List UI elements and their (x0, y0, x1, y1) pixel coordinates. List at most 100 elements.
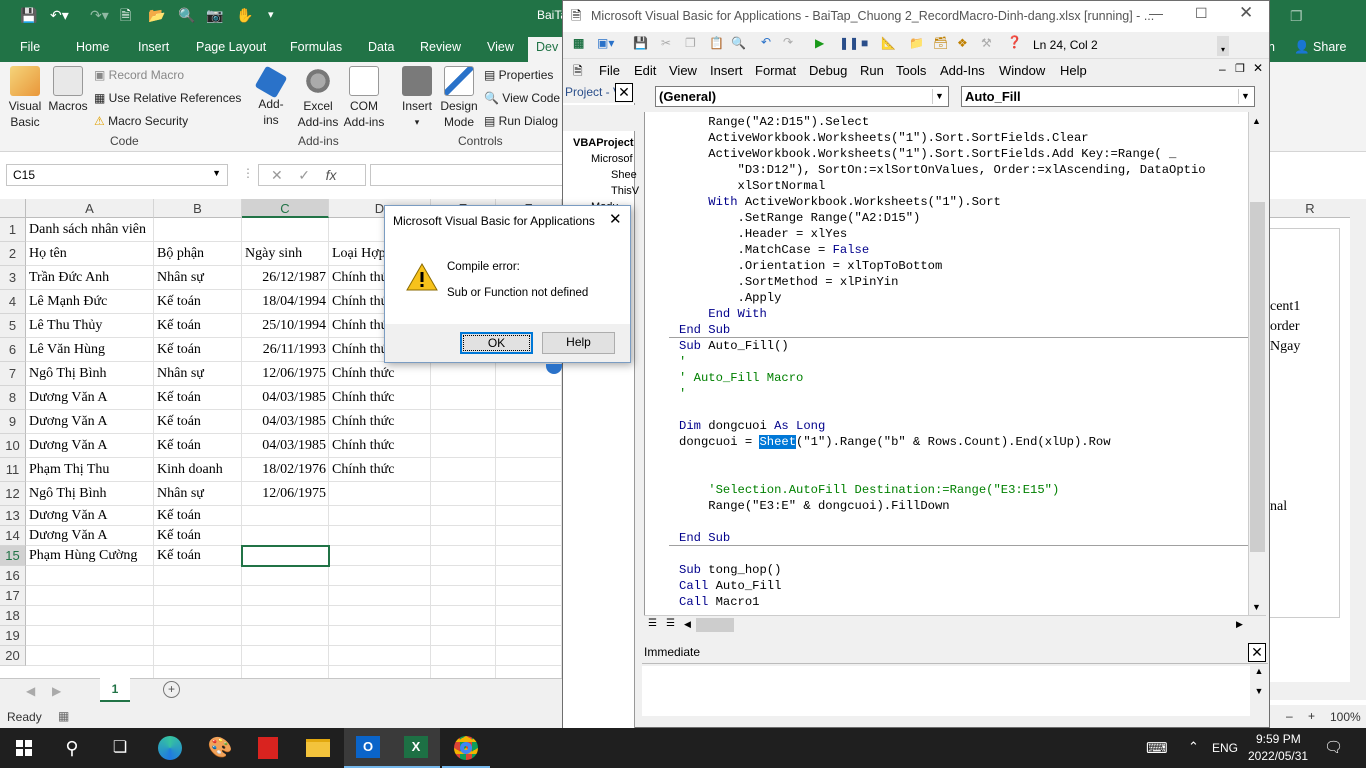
language-indicator[interactable]: ENG (1212, 741, 1238, 755)
excel-addins-button[interactable]: Excel Add-ins (296, 66, 340, 130)
h-scroll-thumb[interactable] (696, 618, 734, 632)
code-line[interactable]: .MatchCase = False (679, 242, 870, 258)
cell-d9[interactable]: Chính thức (329, 410, 469, 434)
cell-a3[interactable]: Trần Đức Anh (26, 266, 166, 290)
design-mode-vba-icon[interactable]: 📐 (881, 36, 896, 50)
touch-mode-icon[interactable]: ✋ (236, 5, 253, 25)
cell-a13[interactable]: Dương Văn A (26, 506, 166, 526)
addins-button[interactable]: Add- ins (254, 65, 288, 128)
row-header[interactable]: 2 (0, 242, 26, 266)
menu-file[interactable]: File (599, 62, 620, 80)
column-header-a[interactable]: A (26, 199, 154, 218)
row-header[interactable]: 10 (0, 434, 26, 458)
menu-edit[interactable]: Edit (634, 62, 656, 80)
cell-a8[interactable]: Dương Văn A (26, 386, 166, 410)
tree-sheet[interactable]: Shee (611, 169, 637, 181)
menu-window[interactable]: Window (999, 62, 1045, 80)
object-browser-icon[interactable]: ❖ (957, 36, 968, 50)
record-macro-button[interactable]: ▣ Record Macro (94, 66, 184, 84)
keyboard-icon[interactable]: ⌨ (1146, 739, 1168, 757)
column-header-b[interactable]: B (154, 199, 242, 218)
copy-icon[interactable]: ❐ (685, 36, 696, 50)
cell-c8[interactable]: 04/03/1985 (242, 386, 329, 410)
code-line[interactable]: End With (679, 306, 767, 322)
code-line[interactable]: ' (679, 386, 686, 402)
code-window-icon[interactable]: 🗎 (573, 62, 583, 83)
project-explorer-icon[interactable]: 📁 (909, 36, 924, 50)
cell-d7[interactable]: Chính thức (329, 362, 469, 386)
run-icon[interactable]: ▶ (815, 36, 824, 50)
cell-a1[interactable]: Danh sách nhân viên (26, 218, 166, 242)
cell-b7[interactable]: Nhân sự (154, 362, 242, 386)
cell-c5[interactable]: 25/10/1994 (242, 314, 329, 338)
cell-c10[interactable]: 04/03/1985 (242, 434, 329, 458)
name-box[interactable]: C15 ▼ (6, 164, 228, 186)
excel-horizontal-scrollbar[interactable] (1270, 682, 1366, 700)
cell-b2[interactable]: Bộ phận (154, 242, 242, 266)
toolbar-overflow-icon[interactable]: ▾ (1217, 36, 1229, 56)
cancel-icon[interactable]: ✕ (271, 167, 283, 183)
toolbox-vba-icon[interactable]: ⚒ (981, 36, 992, 50)
cell-b8[interactable]: Kế toán (154, 386, 242, 410)
cell-b12[interactable]: Nhân sự (154, 482, 242, 506)
code-line[interactable]: 'Selection.AutoFill Destination:=Range("… (679, 482, 1059, 498)
start-button[interactable] (0, 728, 48, 768)
design-mode-button[interactable]: Design Mode (438, 66, 480, 130)
next-sheet-icon[interactable]: ▶ (52, 684, 61, 698)
tab-review[interactable]: Review (420, 37, 461, 57)
menu-addins[interactable]: Add-Ins (940, 62, 985, 80)
undo-vba-icon[interactable]: ↶ (761, 35, 771, 49)
cell-b14[interactable]: Kế toán (154, 526, 242, 546)
cell-b3[interactable]: Nhân sự (154, 266, 242, 290)
cell-c3[interactable]: 26/12/1987 (242, 266, 329, 290)
procedure-view-icon[interactable]: ☰ (648, 618, 657, 629)
object-dropdown[interactable]: (General) ▼ (655, 86, 949, 107)
code-line[interactable]: Sub tong_hop() (679, 562, 781, 578)
insert-control-button[interactable]: Insert ▾ (398, 66, 436, 130)
menu-debug[interactable]: Debug (809, 62, 847, 80)
redo-icon[interactable]: ↷▾ (90, 5, 109, 25)
row-header[interactable]: 12 (0, 482, 26, 506)
scroll-right-icon[interactable]: ▶ (1236, 619, 1243, 630)
cell-c7[interactable]: 12/06/1975 (242, 362, 329, 386)
camera-icon[interactable]: 📷 (206, 5, 223, 25)
code-line[interactable]: Call Macro1 (679, 594, 759, 610)
restore-icon[interactable]: ❐ (1290, 6, 1303, 26)
cell-a2[interactable]: Họ tên (26, 242, 166, 266)
code-line[interactable]: End Sub (679, 530, 730, 546)
cell-b6[interactable]: Kế toán (154, 338, 242, 362)
menu-insert[interactable]: Insert (710, 62, 743, 80)
cell-a12[interactable]: Ngô Thị Bình (26, 482, 166, 506)
tab-data[interactable]: Data (368, 37, 394, 57)
code-line[interactable]: End Sub (679, 322, 730, 338)
zoom-plus-icon[interactable]: + (1308, 709, 1315, 723)
row-header[interactable]: 9 (0, 410, 26, 434)
column-header-r[interactable]: R (1270, 199, 1350, 218)
cell-c11[interactable]: 18/02/1976 (242, 458, 329, 482)
menu-run[interactable]: Run (860, 62, 884, 80)
code-line[interactable]: Dim dongcuoi As Long (679, 418, 825, 434)
minimize-icon[interactable]: — (1149, 5, 1163, 21)
cell-c4[interactable]: 18/04/1994 (242, 290, 329, 314)
clock-date[interactable]: 2022/05/31 (1248, 749, 1308, 763)
cell-c2[interactable]: Ngày sinh (242, 242, 329, 266)
code-vertical-scrollbar[interactable]: ▲ ▼ (1248, 112, 1266, 615)
row-header[interactable]: 3 (0, 266, 26, 290)
cell-a6[interactable]: Lê Văn Hùng (26, 338, 166, 362)
row-header[interactable]: 13 (0, 506, 26, 526)
run-dialog-button[interactable]: ▤ Run Dialog (484, 112, 558, 130)
row-header[interactable]: 16 (0, 566, 26, 586)
menu-format[interactable]: Format (755, 62, 796, 80)
cell-a4[interactable]: Lê Mạnh Đức (26, 290, 166, 314)
formula-input[interactable] (370, 164, 570, 186)
reset-icon[interactable]: ■ (861, 36, 868, 50)
menu-view[interactable]: View (669, 62, 697, 80)
relative-references-button[interactable]: ▦ Use Relative References (94, 89, 241, 107)
macros-button[interactable]: Macros (46, 66, 90, 114)
sheet-tab-1[interactable]: 1 (100, 678, 130, 702)
enter-icon[interactable]: ✓ (298, 167, 310, 183)
code-line[interactable]: xlSortNormal (679, 178, 826, 194)
row-header[interactable]: 6 (0, 338, 26, 362)
row-header[interactable]: 19 (0, 626, 26, 646)
row-header[interactable]: 8 (0, 386, 26, 410)
